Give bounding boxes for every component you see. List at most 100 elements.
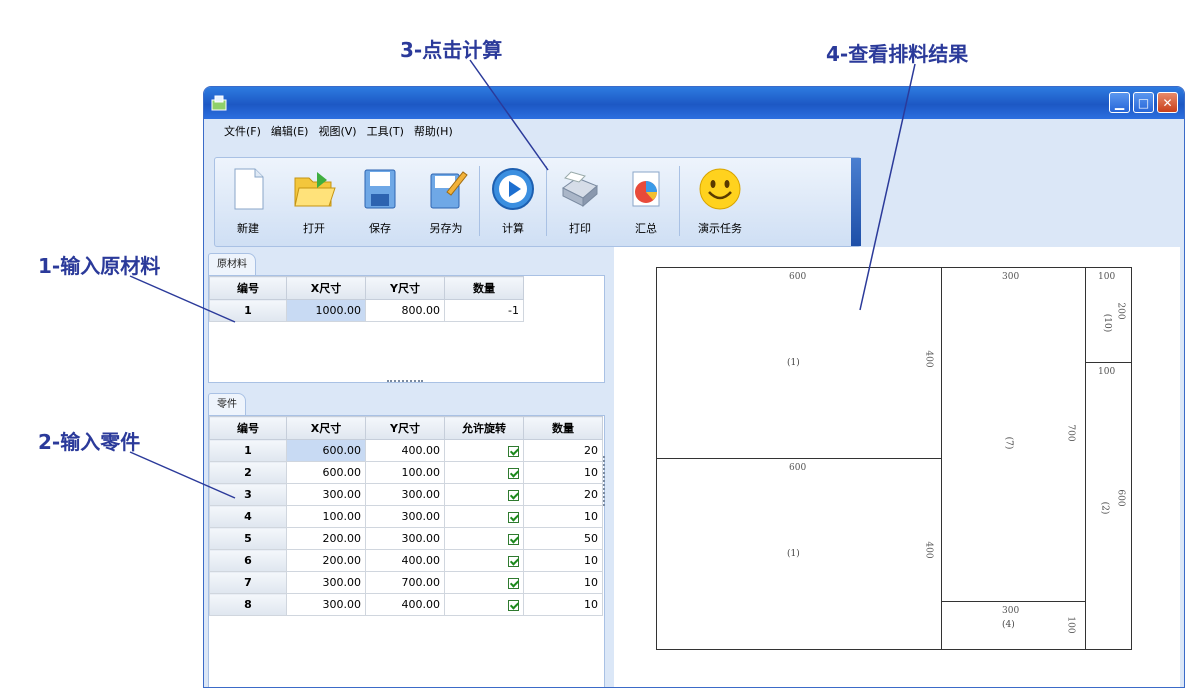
- row-number[interactable]: 5: [209, 527, 287, 550]
- checkbox-checked-icon[interactable]: [508, 467, 519, 479]
- checkbox-checked-icon[interactable]: [508, 599, 519, 611]
- piece-id: (2): [1099, 501, 1110, 515]
- column-header[interactable]: 编号: [209, 416, 287, 440]
- cell-quantity[interactable]: 50: [523, 527, 603, 550]
- checkbox-checked-icon[interactable]: [508, 577, 519, 589]
- row-number[interactable]: 4: [209, 505, 287, 528]
- layout-piece[interactable]: 100 200 (10): [1085, 267, 1132, 363]
- cell-quantity[interactable]: 20: [523, 483, 603, 506]
- menu-tools[interactable]: 工具(T): [367, 123, 404, 139]
- column-header[interactable]: X尺寸: [286, 276, 366, 300]
- menu-view[interactable]: 视图(V): [318, 123, 356, 139]
- cell-y-size[interactable]: 400.00: [365, 593, 445, 616]
- cell-x-size[interactable]: 300.00: [286, 593, 366, 616]
- save-as-button[interactable]: 另存为: [413, 158, 479, 244]
- cell-quantity[interactable]: 10: [523, 593, 603, 616]
- cell-y-size[interactable]: 100.00: [365, 461, 445, 484]
- cell-x-size[interactable]: 600.00: [286, 439, 366, 462]
- column-header[interactable]: Y尺寸: [365, 276, 445, 300]
- splitter-handle[interactable]: [387, 380, 423, 385]
- cell-x-size[interactable]: 300.00: [286, 483, 366, 506]
- cell-quantity[interactable]: 20: [523, 439, 603, 462]
- save-button[interactable]: 保存: [347, 158, 413, 244]
- table-row[interactable]: 4 100.00 300.00 10: [209, 505, 603, 528]
- column-header[interactable]: 允许旋转: [444, 416, 524, 440]
- checkbox-checked-icon[interactable]: [508, 445, 519, 457]
- column-header[interactable]: 编号: [209, 276, 287, 300]
- open-button[interactable]: 打开: [281, 158, 347, 244]
- cell-quantity[interactable]: -1: [444, 299, 524, 322]
- column-header[interactable]: 数量: [523, 416, 603, 440]
- checkbox-checked-icon[interactable]: [508, 533, 519, 545]
- tab-materials[interactable]: 原材料: [208, 253, 256, 276]
- cell-x-size[interactable]: 1000.00: [286, 299, 366, 322]
- tab-parts[interactable]: 零件: [208, 393, 246, 416]
- table-row[interactable]: 1 1000.00 800.00 -1: [209, 299, 524, 322]
- row-number[interactable]: 2: [209, 461, 287, 484]
- menu-edit[interactable]: 编辑(E): [271, 123, 309, 139]
- vertical-splitter[interactable]: [603, 456, 608, 506]
- cell-allow-rotate[interactable]: [444, 549, 524, 572]
- cell-allow-rotate[interactable]: [444, 505, 524, 528]
- cell-allow-rotate[interactable]: [444, 571, 524, 594]
- menu-file[interactable]: 文件(F): [224, 123, 261, 139]
- minimize-button[interactable]: ▁: [1109, 92, 1130, 113]
- cell-y-size[interactable]: 300.00: [365, 483, 445, 506]
- cell-x-size[interactable]: 300.00: [286, 571, 366, 594]
- table-row[interactable]: 1 600.00 400.00 20: [209, 439, 603, 462]
- checkbox-checked-icon[interactable]: [508, 489, 519, 501]
- close-button[interactable]: ✕: [1157, 92, 1178, 113]
- cell-quantity[interactable]: 10: [523, 505, 603, 528]
- row-number[interactable]: 6: [209, 549, 287, 572]
- toolbar: 新建 打开 保存 另存为 计算 打印 汇总 演示任务: [214, 157, 861, 247]
- cell-y-size[interactable]: 800.00: [365, 299, 445, 322]
- table-row[interactable]: 2 600.00 100.00 10: [209, 461, 603, 484]
- toolbar-grip[interactable]: [851, 158, 861, 246]
- table-row[interactable]: 8 300.00 400.00 10: [209, 593, 603, 616]
- maximize-button[interactable]: □: [1133, 92, 1154, 113]
- cell-x-size[interactable]: 200.00: [286, 527, 366, 550]
- column-header[interactable]: X尺寸: [286, 416, 366, 440]
- summary-button[interactable]: 汇总: [613, 158, 679, 244]
- column-header[interactable]: Y尺寸: [365, 416, 445, 440]
- calculate-button[interactable]: 计算: [480, 158, 546, 244]
- cell-y-size[interactable]: 400.00: [365, 549, 445, 572]
- cell-allow-rotate[interactable]: [444, 439, 524, 462]
- layout-piece[interactable]: 600 400 (1): [656, 458, 942, 650]
- title-bar: ▁ □ ✕: [204, 87, 1184, 119]
- row-number[interactable]: 1: [209, 439, 287, 462]
- table-row[interactable]: 3 300.00 300.00 20: [209, 483, 603, 506]
- row-number[interactable]: 8: [209, 593, 287, 616]
- row-number[interactable]: 3: [209, 483, 287, 506]
- row-number[interactable]: 7: [209, 571, 287, 594]
- table-row[interactable]: 7 300.00 700.00 10: [209, 571, 603, 594]
- column-header[interactable]: 数量: [444, 276, 524, 300]
- layout-piece[interactable]: 300 700 (7): [941, 267, 1086, 602]
- cell-x-size[interactable]: 100.00: [286, 505, 366, 528]
- table-row[interactable]: 5 200.00 300.00 50: [209, 527, 603, 550]
- table-row[interactable]: 6 200.00 400.00 10: [209, 549, 603, 572]
- cell-y-size[interactable]: 700.00: [365, 571, 445, 594]
- checkbox-checked-icon[interactable]: [508, 555, 519, 567]
- cell-x-size[interactable]: 600.00: [286, 461, 366, 484]
- menu-help[interactable]: 帮助(H): [414, 123, 453, 139]
- row-number[interactable]: 1: [209, 299, 287, 322]
- demo-task-button[interactable]: 演示任务: [680, 158, 760, 244]
- cell-allow-rotate[interactable]: [444, 527, 524, 550]
- cell-y-size[interactable]: 300.00: [365, 527, 445, 550]
- cell-quantity[interactable]: 10: [523, 549, 603, 572]
- cell-quantity[interactable]: 10: [523, 571, 603, 594]
- new-button[interactable]: 新建: [215, 158, 281, 244]
- cell-allow-rotate[interactable]: [444, 593, 524, 616]
- cell-y-size[interactable]: 300.00: [365, 505, 445, 528]
- print-button[interactable]: 打印: [547, 158, 613, 244]
- layout-piece[interactable]: 100 600 (2): [1085, 362, 1132, 650]
- cell-allow-rotate[interactable]: [444, 461, 524, 484]
- cell-quantity[interactable]: 10: [523, 461, 603, 484]
- cell-y-size[interactable]: 400.00: [365, 439, 445, 462]
- layout-piece[interactable]: 600 400 (1): [656, 267, 942, 459]
- checkbox-checked-icon[interactable]: [508, 511, 519, 523]
- cell-x-size[interactable]: 200.00: [286, 549, 366, 572]
- layout-piece[interactable]: 300 (4) 100: [941, 601, 1086, 650]
- cell-allow-rotate[interactable]: [444, 483, 524, 506]
